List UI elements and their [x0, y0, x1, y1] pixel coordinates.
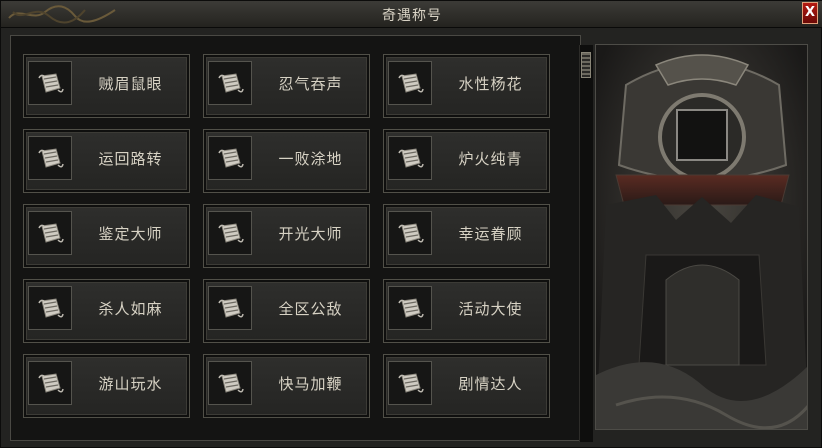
- scroll-icon: [388, 211, 432, 255]
- title-button[interactable]: 一败涂地: [203, 129, 370, 193]
- title-label: 忍气吞声: [278, 75, 343, 93]
- scroll-icon: [208, 136, 252, 180]
- title-button[interactable]: 运回路转: [23, 129, 190, 193]
- title-label: 活动大使: [458, 300, 523, 318]
- title-preview-panel: [595, 44, 808, 430]
- scroll-icon: [28, 61, 72, 105]
- title-button[interactable]: 鉴定大师: [23, 204, 190, 268]
- title-label: 贼眉鼠眼: [98, 75, 163, 93]
- title-window: 奇遇称号 X 贼眉鼠眼 忍气吞声 水性杨花运回路转 一败涂地 炉火纯青鉴定大师 开光大师 幸…: [0, 0, 822, 448]
- title-button[interactable]: 贼眉鼠眼: [23, 54, 190, 118]
- scrollbar[interactable]: [579, 45, 593, 442]
- title-button[interactable]: 水性杨花: [383, 54, 550, 118]
- scroll-icon: [28, 286, 72, 330]
- title-button[interactable]: 开光大师: [203, 204, 370, 268]
- title-label: 杀人如麻: [98, 300, 163, 318]
- title-button[interactable]: 全区公敌: [203, 279, 370, 343]
- close-icon: X: [804, 5, 816, 20]
- title-button[interactable]: 幸运眷顾: [383, 204, 550, 268]
- title-label: 快马加鞭: [278, 375, 343, 393]
- title-slot[interactable]: [676, 109, 728, 161]
- scrollbar-thumb[interactable]: [581, 52, 591, 78]
- title-button[interactable]: 杀人如麻: [23, 279, 190, 343]
- scroll-icon: [28, 136, 72, 180]
- scroll-icon: [28, 211, 72, 255]
- title-label: 炉火纯青: [458, 150, 523, 168]
- title-label: 开光大师: [278, 225, 343, 243]
- scroll-icon: [208, 286, 252, 330]
- scroll-icon: [388, 361, 432, 405]
- title-label: 剧情达人: [458, 375, 523, 393]
- window-title: 奇遇称号: [382, 8, 442, 24]
- scroll-icon: [28, 361, 72, 405]
- title-button[interactable]: 炉火纯青: [383, 129, 550, 193]
- title-button[interactable]: 忍气吞声: [203, 54, 370, 118]
- title-label: 幸运眷顾: [458, 225, 523, 243]
- scroll-icon: [208, 211, 252, 255]
- title-label: 运回路转: [98, 150, 163, 168]
- title-button[interactable]: 剧情达人: [383, 354, 550, 418]
- title-label: 全区公敌: [278, 300, 343, 318]
- title-bar[interactable]: 奇遇称号 X: [1, 1, 822, 28]
- title-label: 鉴定大师: [98, 225, 163, 243]
- scroll-icon: [388, 136, 432, 180]
- scroll-icon: [208, 361, 252, 405]
- close-button[interactable]: X: [802, 2, 818, 24]
- title-label: 一败涂地: [278, 150, 343, 168]
- cave-gate-illustration: [596, 45, 807, 429]
- title-label: 水性杨花: [458, 75, 523, 93]
- title-button[interactable]: 快马加鞭: [203, 354, 370, 418]
- scroll-icon: [388, 61, 432, 105]
- scroll-icon: [208, 61, 252, 105]
- scroll-icon: [388, 286, 432, 330]
- title-label: 游山玩水: [98, 375, 163, 393]
- title-button[interactable]: 游山玩水: [23, 354, 190, 418]
- title-button[interactable]: 活动大使: [383, 279, 550, 343]
